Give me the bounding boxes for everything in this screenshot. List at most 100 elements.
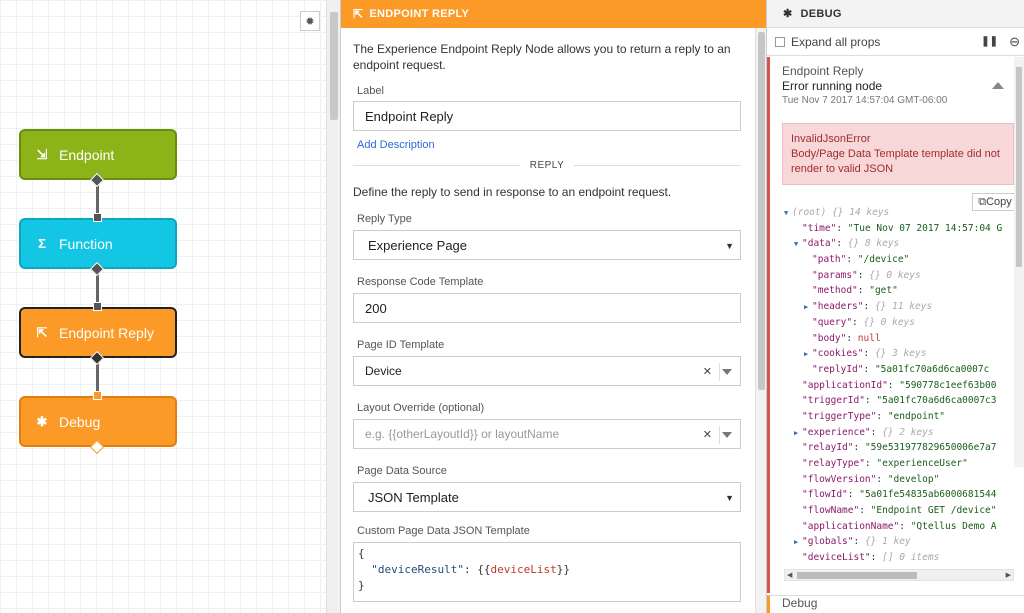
tree-row[interactable]: ▶ "headers": {} 11 keys — [784, 299, 1024, 315]
tree-row: "deviceList": [] 0 items — [784, 550, 1024, 566]
pause-icon[interactable]: ❚❚ — [981, 36, 998, 47]
tree-row: "relayType": "experienceUser" — [784, 456, 1024, 472]
collapsed-arrow-icon[interactable]: ▶ — [804, 347, 812, 363]
tree-key: "cookies" — [812, 348, 864, 360]
node-label: Endpoint Reply — [59, 324, 154, 341]
tree-row: "body": null — [784, 331, 1024, 347]
tree-key: "experience" — [802, 426, 871, 438]
code-punct: : {{ — [463, 563, 491, 576]
entry-title: Debug — [782, 596, 818, 610]
canvas-settings-button[interactable]: ✹ — [300, 11, 320, 31]
response-code-input[interactable]: 200 — [353, 293, 741, 323]
node-endpoint[interactable]: ⇲ Endpoint — [19, 129, 177, 180]
panel-title: ENDPOINT REPLY — [369, 8, 470, 20]
code-punct: }} — [556, 563, 570, 576]
add-description-link[interactable]: Add Description — [357, 139, 743, 151]
entry-subtitle: Error running node — [782, 79, 883, 93]
sigma-icon: Σ — [38, 236, 46, 251]
tree-value: "Qtellus Demo A — [910, 520, 997, 532]
tree-key: (root) — [792, 207, 827, 218]
clear-debug-icon[interactable]: ⊖ — [1009, 34, 1020, 50]
label-input[interactable]: Endpoint Reply — [353, 101, 741, 131]
scroll-right-icon[interactable]: ▶ — [1006, 571, 1011, 579]
tree-colon: : — [853, 536, 865, 548]
tree-row[interactable]: ▼ (root) {} 14 keys — [784, 205, 1024, 221]
canvas-scrollbar[interactable] — [326, 0, 340, 613]
tree-horizontal-scrollbar[interactable]: ◀ ▶ — [784, 569, 1014, 581]
scroll-left-icon[interactable]: ◀ — [787, 571, 792, 579]
tree-key: "flowVersion" — [802, 473, 877, 485]
tree-key: "method" — [812, 285, 858, 297]
scrollbar-thumb[interactable] — [797, 572, 917, 579]
page-id-value: Device — [365, 364, 402, 378]
collapsed-arrow-icon[interactable]: ▶ — [794, 426, 802, 442]
tree-colon: : — [857, 269, 870, 281]
collapse-icon[interactable] — [992, 82, 1004, 89]
collapsed-arrow-icon[interactable]: ▶ — [804, 300, 812, 316]
expand-all-checkbox[interactable] — [775, 36, 785, 47]
expanded-arrow-icon[interactable]: ▼ — [784, 206, 792, 222]
tree-colon: : — [864, 458, 877, 469]
reply-type-select[interactable]: Experience Page ▼ — [353, 230, 741, 260]
tree-row: "flowVersion": "develop" — [784, 472, 1024, 488]
node-description: The Experience Endpoint Reply Node allow… — [353, 42, 731, 72]
clear-icon[interactable]: ✕ — [703, 428, 712, 441]
tree-value: "experienceUser" — [876, 458, 968, 469]
tree-key: "deviceList" — [802, 552, 871, 564]
select-separator — [719, 426, 720, 444]
flow-canvas[interactable]: ✹ ⇲ Endpoint Σ Function ⇱ Endpoint Reply… — [0, 0, 340, 613]
tree-value: "59e531977829650006e7a7 — [864, 442, 997, 454]
tree-key: "flowId" — [802, 489, 848, 501]
node-endpoint-reply[interactable]: ⇱ Endpoint Reply — [19, 307, 177, 358]
tree-row: "path": "/device" — [784, 252, 1024, 268]
tree-colon: : — [836, 222, 848, 234]
tree-value: "590778c1eef63b00 — [899, 379, 997, 391]
label-input-value: Endpoint Reply — [365, 108, 454, 124]
tree-colon: : — [836, 238, 848, 250]
tree-colon: : — [852, 316, 864, 328]
node-label: Function — [59, 235, 113, 252]
tree-row: "flowName": "Endpoint GET /device" — [784, 503, 1024, 519]
tree-row[interactable]: ▶ "experience": {} 2 keys — [784, 425, 1024, 441]
tree-row[interactable]: ▶ "globals": {} 1 key — [784, 534, 1024, 550]
response-code-value: 200 — [365, 300, 387, 316]
node-properties-panel: ⇱ ENDPOINT REPLY The Experience Endpoint… — [340, 0, 767, 613]
tree-row: "relayId": "59e531977829650006e7a7 — [784, 440, 1024, 456]
input-port[interactable] — [93, 302, 102, 311]
json-template-editor[interactable]: { "deviceResult": {{deviceList}} } — [353, 542, 741, 602]
node-function[interactable]: Σ Function — [19, 218, 177, 269]
code-line: { — [358, 547, 365, 560]
tree-row[interactable]: ▶ "cookies": {} 3 keys — [784, 346, 1024, 362]
layout-override-select[interactable]: e.g. {{otherLayoutId}} or layoutName ✕ — [353, 419, 741, 449]
tree-colon: : — [846, 254, 858, 266]
page-data-source-select[interactable]: JSON Template ▼ — [353, 482, 741, 512]
tree-colon: : — [863, 348, 875, 360]
tree-row: "flowId": "5a01fe54835ab6000681544 — [784, 487, 1024, 503]
page-id-select[interactable]: Device ✕ — [353, 356, 741, 386]
tree-value: "get" — [869, 285, 898, 297]
tree-key: "data" — [802, 238, 837, 250]
expand-all-label[interactable]: Expand all props — [791, 35, 880, 49]
collapsed-arrow-icon[interactable]: ▶ — [794, 535, 802, 551]
tree-colon: : — [846, 332, 858, 344]
tree-value: "develop" — [887, 473, 940, 485]
input-port[interactable] — [93, 213, 102, 222]
tree-row: "params": {} 0 keys — [784, 268, 1024, 284]
tree-key: "path" — [812, 254, 847, 266]
tree-value: "5a01fc70a6d6ca0007c3 — [876, 395, 997, 407]
debug-scrollbar[interactable] — [1014, 57, 1024, 467]
code-line: "deviceResult": {{deviceList}} — [358, 562, 736, 578]
scrollbar-thumb[interactable] — [330, 12, 338, 120]
scrollbar-thumb[interactable] — [758, 32, 765, 390]
tree-row[interactable]: ▼ "data": {} 8 keys — [784, 236, 1024, 252]
tree-value: "/device" — [857, 254, 910, 266]
clear-icon[interactable]: ✕ — [703, 365, 712, 378]
scrollbar-thumb[interactable] — [1016, 67, 1022, 267]
tree-meta: {} 3 keys — [874, 348, 927, 360]
input-port[interactable] — [93, 391, 102, 400]
response-code-label: Response Code Template — [357, 276, 484, 288]
node-debug[interactable]: ✱ Debug — [19, 396, 177, 447]
chevron-down-icon — [722, 369, 732, 375]
expanded-arrow-icon[interactable]: ▼ — [794, 237, 802, 253]
tree-colon: : — [876, 473, 888, 485]
